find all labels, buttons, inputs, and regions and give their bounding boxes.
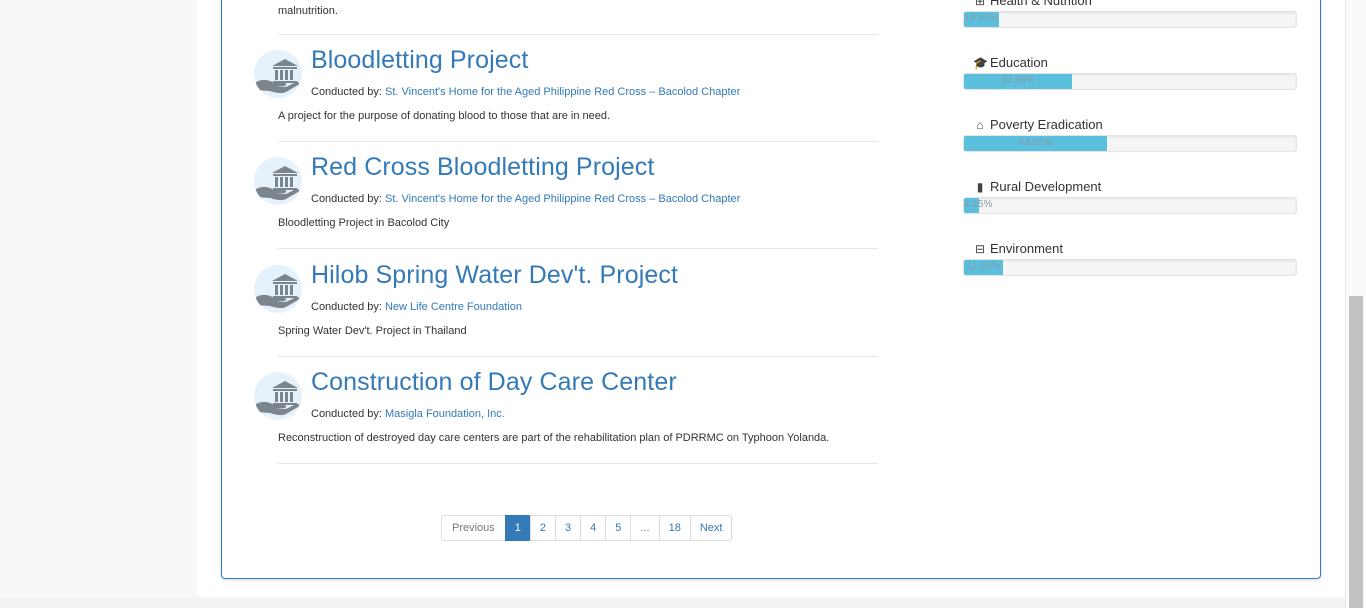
conducted-by-label: Conducted by: <box>311 86 382 98</box>
conducted-by-label: Conducted by: <box>311 301 382 313</box>
project-title[interactable]: Construction of Day Care Center <box>311 368 677 397</box>
category-label: Rural Development <box>990 179 1102 194</box>
progress-bar: 11.63% <box>963 259 1297 276</box>
bottom-strip <box>0 597 1346 608</box>
project-description: A project for the purpose of donating bl… <box>278 110 611 122</box>
project-description: Bloodletting Project in Bacolod City <box>278 217 450 229</box>
progress-percent: 4.65% <box>964 199 993 210</box>
building-icon: ▮ <box>976 180 984 194</box>
divider <box>278 463 878 464</box>
conducted-by: Conducted by: New Life Centre Foundation <box>311 301 522 313</box>
progress-bar: 4.65% <box>963 197 1297 214</box>
charity-hand-icon <box>254 372 302 420</box>
conducted-by: Conducted by: St. Vincent's Home for the… <box>311 86 740 98</box>
project-title[interactable]: Red Cross Bloodletting Project <box>311 153 654 182</box>
divider <box>278 34 878 35</box>
progress-bar: 32.56% <box>963 73 1297 90</box>
next-page-button[interactable]: Next <box>689 515 733 541</box>
category-label: Education <box>990 55 1048 70</box>
page-button-4[interactable]: 4 <box>580 515 607 541</box>
page-button-1[interactable]: 1 <box>504 515 531 541</box>
page-ellipsis: ... <box>630 515 660 541</box>
charity-hand-icon <box>254 157 302 205</box>
category-label: Health & Nutrition <box>990 0 1092 8</box>
progress-percent: 43.02% <box>1018 137 1053 148</box>
progress-percent: 11.63% <box>966 261 1000 272</box>
conducted-by: Conducted by: Masigla Foundation, Inc. <box>311 408 505 420</box>
conducted-by: Conducted by: St. Vincent's Home for the… <box>311 193 740 205</box>
scrollbar-thumb[interactable] <box>1349 296 1363 608</box>
basket-icon: ⊟ <box>974 242 986 256</box>
category-label: Poverty Eradication <box>990 117 1103 132</box>
organization-link[interactable]: St. Vincent's Home for the Aged Philippi… <box>385 193 740 205</box>
organization-link[interactable]: Masigla Foundation, Inc. <box>385 408 505 420</box>
organization-link[interactable]: St. Vincent's Home for the Aged Philippi… <box>385 86 740 98</box>
page-button-5[interactable]: 5 <box>605 515 632 541</box>
category-label: Environment <box>990 241 1063 256</box>
charity-hand-icon <box>254 265 302 313</box>
divider <box>278 141 878 142</box>
charity-hand-icon <box>254 50 302 98</box>
project-description: Spring Water Dev't. Project in Thailand <box>278 325 467 337</box>
progress-percent: 32.56% <box>1001 75 1035 86</box>
progress-percent: 10.47% <box>964 13 999 24</box>
project-title[interactable]: Bloodletting Project <box>311 46 528 75</box>
previous-item-description: malnutrition. <box>278 5 338 17</box>
project-description: Reconstruction of destroyed day care cen… <box>278 432 830 444</box>
home-icon: ⌂ <box>976 118 984 132</box>
progress-bar: 10.47% <box>963 11 1297 28</box>
conducted-by-label: Conducted by: <box>311 193 382 205</box>
progress-bar: 43.02% <box>963 135 1297 152</box>
divider <box>278 248 878 249</box>
pagination: Previous 1 2 3 4 5 ... 18 Next <box>441 515 733 541</box>
page-button-18[interactable]: 18 <box>658 515 691 541</box>
page-button-2[interactable]: 2 <box>529 515 557 541</box>
medkit-icon: ⊞ <box>974 0 986 8</box>
projects-panel: malnutrition. Bloodletting Project Condu… <box>221 0 1321 579</box>
vertical-scrollbar[interactable] <box>1345 0 1366 608</box>
graduation-cap-icon: 🎓 <box>973 56 988 70</box>
left-gutter <box>0 0 198 597</box>
project-title[interactable]: Hilob Spring Water Dev't. Project <box>311 261 678 290</box>
divider <box>278 356 878 357</box>
previous-page-button[interactable]: Previous <box>441 515 506 541</box>
conducted-by-label: Conducted by: <box>311 408 382 420</box>
organization-link[interactable]: New Life Centre Foundation <box>385 301 522 313</box>
page-button-3[interactable]: 3 <box>555 515 582 541</box>
